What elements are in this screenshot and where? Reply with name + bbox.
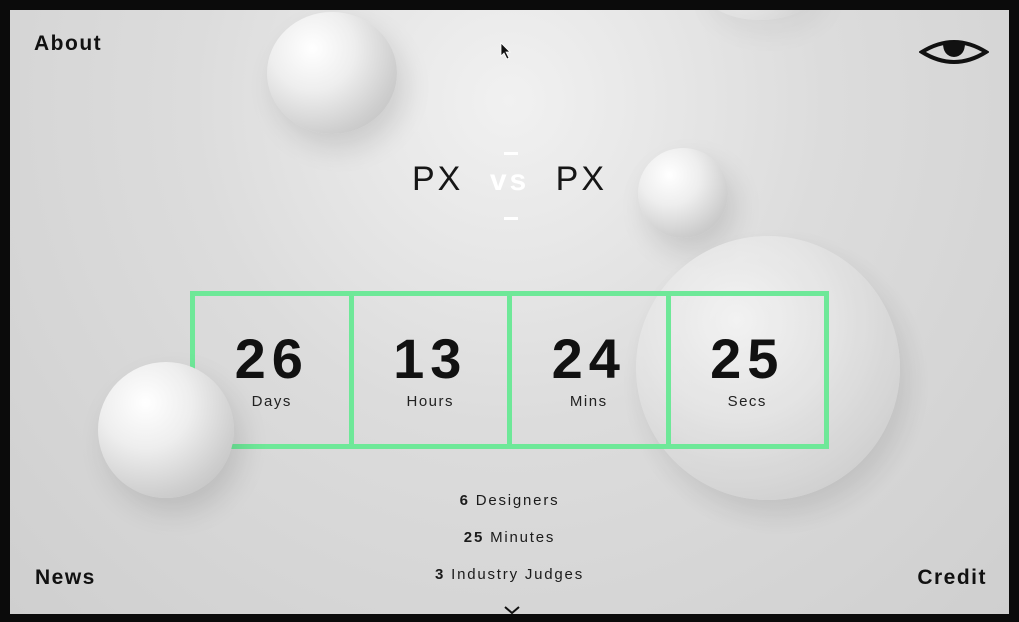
- fact-number: 25: [463, 529, 485, 546]
- event-facts: 6 Designers 25 Minutes 3 Industry Judges: [10, 492, 1009, 603]
- countdown-unit: Secs: [727, 392, 767, 410]
- countdown-mins: 24 Mins: [512, 296, 671, 444]
- fact-number: 6: [459, 492, 470, 509]
- landing-stage: About News Credit PX vs PX 26 Days 13 Ho…: [10, 10, 1009, 614]
- countdown-value: 13: [393, 326, 468, 390]
- countdown-unit: Mins: [569, 392, 608, 410]
- countdown-unit: Hours: [406, 392, 454, 410]
- fact-text: Industry Judges: [451, 566, 585, 583]
- countdown-secs: 25 Secs: [671, 296, 825, 444]
- decorative-sphere: [700, 10, 820, 20]
- decorative-sphere: [267, 12, 397, 134]
- cursor-icon: [500, 42, 511, 60]
- title-left: PX: [412, 160, 464, 198]
- title-tick-bottom: [504, 217, 518, 220]
- title-tick-top: [504, 152, 518, 155]
- countdown-value: 25: [710, 326, 785, 390]
- fact-item: 6 Designers: [10, 492, 1009, 509]
- nav-about-link[interactable]: About: [34, 32, 102, 56]
- fact-number: 3: [434, 566, 446, 583]
- fact-text: Designers: [475, 492, 560, 509]
- fact-item: 25 Minutes: [10, 529, 1009, 546]
- countdown-hours: 13 Hours: [354, 296, 512, 444]
- countdown-value: 24: [551, 326, 626, 390]
- fact-text: Minutes: [490, 529, 556, 546]
- countdown-value: 26: [234, 326, 309, 390]
- countdown-timer: 26 Days 13 Hours 24 Mins 25 Secs: [190, 291, 829, 449]
- fact-item: 3 Industry Judges: [10, 566, 1009, 583]
- countdown-unit: Days: [251, 392, 292, 410]
- title-vs: vs: [489, 164, 530, 197]
- page-title: PX vs PX: [10, 160, 1009, 199]
- chevron-down-icon[interactable]: [503, 606, 521, 614]
- eye-icon[interactable]: [919, 38, 989, 66]
- decorative-sphere: [98, 362, 234, 498]
- title-right: PX: [555, 160, 607, 198]
